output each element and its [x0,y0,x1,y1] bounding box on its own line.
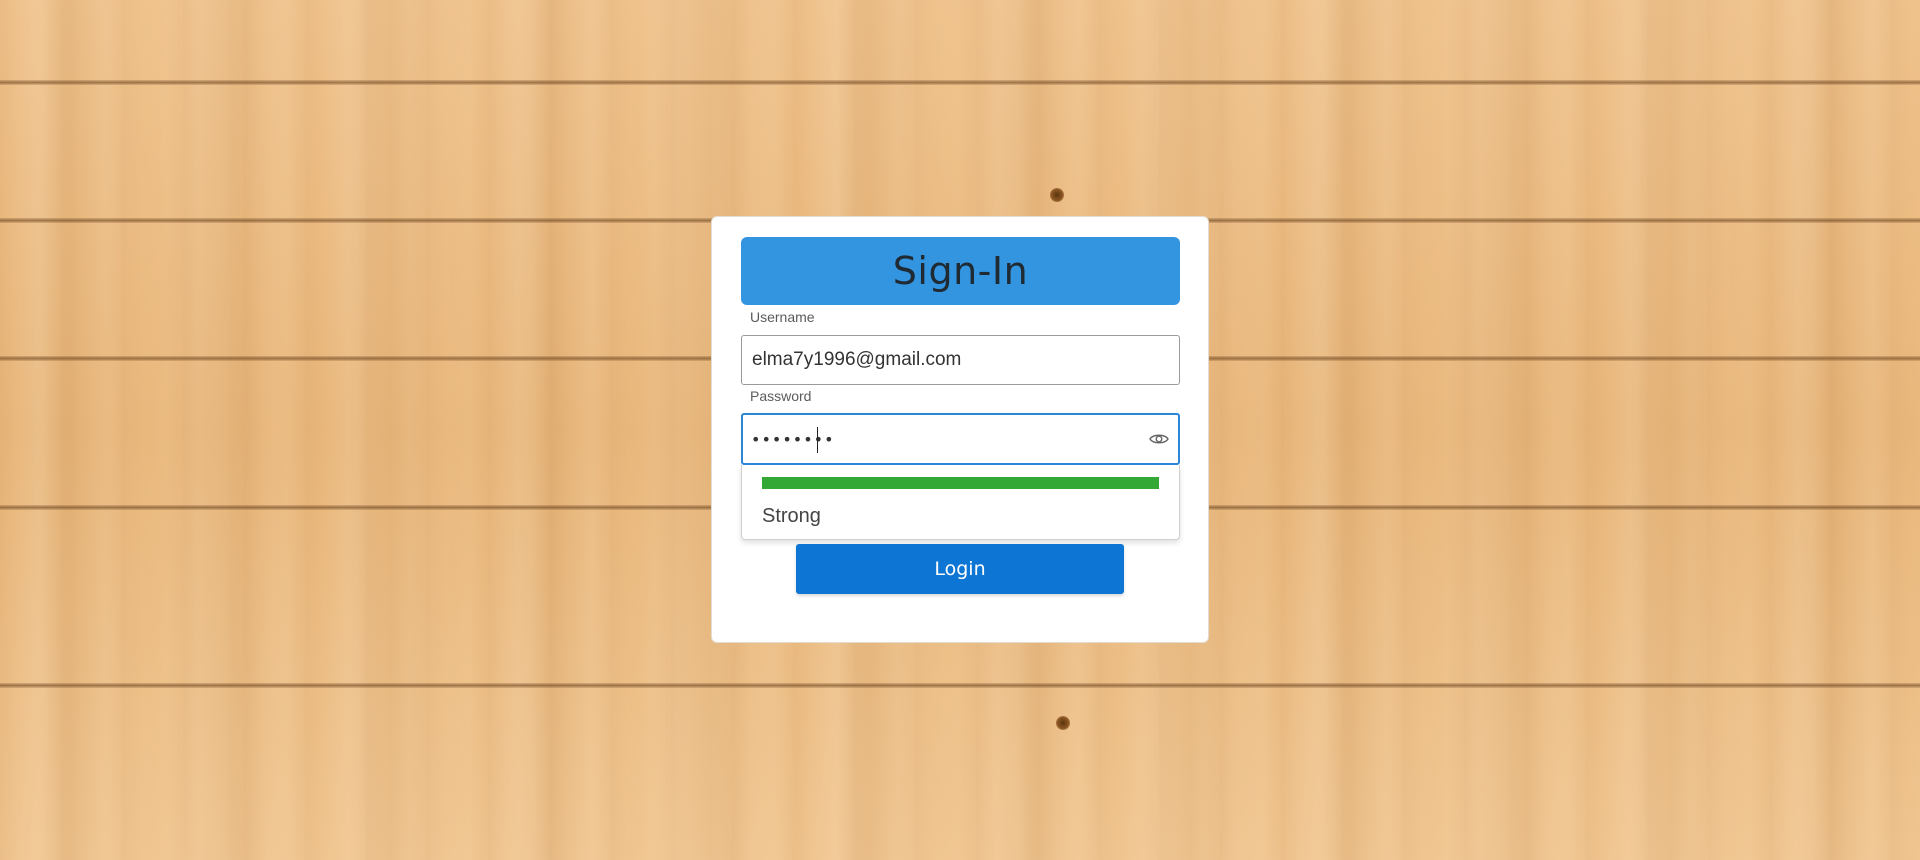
password-field[interactable] [741,413,1180,465]
sign-in-header: Sign-In [741,237,1180,305]
plank-seam [0,683,1920,688]
password-strength-fill [762,477,1159,489]
page-title: Sign-In [892,249,1029,293]
text-caret [817,427,818,453]
password-input[interactable] [743,415,1123,463]
password-strength-meter [762,477,1159,489]
password-label: Password [750,388,812,404]
username-label: Username [750,309,815,325]
wood-knot [1056,716,1070,730]
plank-seam [0,80,1920,85]
login-button[interactable]: Login [796,544,1124,594]
username-input[interactable] [741,335,1180,385]
wood-knot [1050,188,1064,202]
sign-in-card: Sign-In Username Password Strong Login [711,216,1209,643]
password-strength-popup: Strong [741,465,1180,540]
eye-icon[interactable] [1146,426,1172,452]
password-strength-label: Strong [762,505,821,527]
